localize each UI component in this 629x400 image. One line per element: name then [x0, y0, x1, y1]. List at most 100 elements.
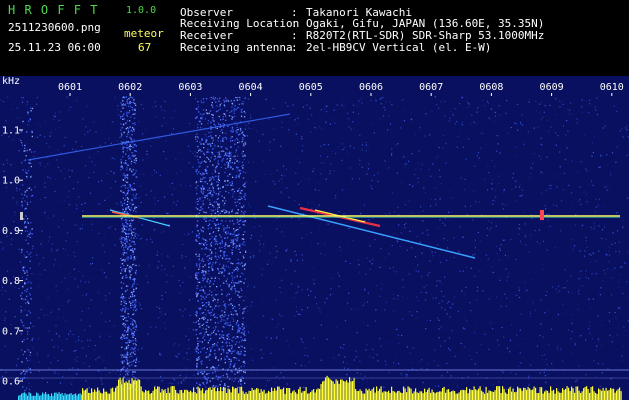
noise-dot — [454, 355, 456, 357]
noise-dot — [406, 249, 408, 251]
interference-band-dot — [227, 175, 229, 177]
interference-band-dot — [123, 246, 125, 249]
interference-band-dot — [225, 244, 227, 246]
noise-dot — [346, 373, 348, 376]
interference-band-dot — [207, 119, 210, 122]
noise-dot — [259, 225, 261, 227]
noise-dot — [57, 166, 59, 168]
noise-dot — [3, 170, 5, 172]
noise-dot — [233, 232, 235, 234]
noise-dot — [439, 198, 441, 200]
interference-band-dot — [121, 346, 123, 348]
interference-band-dot — [212, 137, 214, 139]
interference-band-dot — [229, 155, 231, 157]
interference-band-dot — [230, 281, 233, 284]
interference-band-dot — [198, 318, 201, 320]
noise-dot — [338, 211, 340, 213]
noise-dot — [82, 223, 84, 226]
noise-dot — [417, 264, 419, 266]
noise-dot — [429, 260, 431, 262]
level-bar — [313, 389, 315, 400]
noise-dot — [597, 363, 599, 365]
interference-band-dot — [210, 190, 213, 192]
noise-dot — [438, 146, 440, 149]
level-bar — [221, 391, 223, 400]
noise-dot — [414, 173, 416, 176]
interference-band-dot — [221, 129, 223, 131]
interference-band-dot — [240, 111, 243, 113]
noise-dot — [496, 253, 498, 255]
interference-band-dot — [31, 107, 34, 110]
noise-dot — [618, 274, 621, 276]
interference-band-dot — [129, 149, 131, 151]
noise-dot — [217, 194, 219, 197]
interference-band-dot — [201, 312, 203, 314]
noise-dot — [146, 150, 148, 152]
interference-band-dot — [133, 281, 136, 283]
interference-band-dot — [239, 245, 241, 247]
interference-band-dot — [241, 325, 243, 328]
level-bar — [392, 390, 394, 400]
noise-dot — [172, 378, 175, 380]
noise-dot — [363, 204, 365, 206]
interference-band-dot — [24, 144, 26, 147]
interference-band-dot — [135, 145, 137, 147]
interference-band-dot — [134, 172, 136, 174]
noise-dot — [547, 219, 549, 221]
noise-dot — [262, 315, 264, 317]
noise-dot — [185, 373, 188, 376]
level-bar-left — [27, 395, 29, 400]
level-bar — [400, 392, 402, 400]
level-bar — [208, 387, 210, 400]
noise-dot — [548, 130, 550, 132]
noise-dot — [238, 195, 240, 197]
interference-band-dot — [134, 299, 137, 301]
noise-dot — [75, 341, 77, 343]
noise-dot — [326, 156, 328, 158]
interference-band-dot — [238, 220, 240, 222]
noise-dot — [540, 299, 542, 301]
interference-band-dot — [244, 362, 246, 364]
level-bar-left — [37, 393, 39, 400]
interference-band-dot — [130, 187, 132, 190]
level-bar — [499, 386, 501, 400]
noise-dot — [344, 356, 346, 358]
noise-dot — [567, 291, 570, 293]
interference-band-dot — [210, 194, 212, 196]
interference-band-dot — [30, 189, 33, 191]
interference-band-dot — [237, 221, 239, 223]
level-bar — [448, 389, 450, 400]
noise-dot — [249, 256, 251, 258]
noise-dot — [397, 334, 399, 336]
interference-band-dot — [131, 106, 133, 109]
noise-dot — [373, 174, 375, 176]
interference-band-dot — [231, 136, 233, 138]
noise-dot — [34, 151, 36, 153]
interference-band-dot — [212, 97, 214, 100]
interference-band-dot — [127, 352, 129, 354]
noise-dot — [312, 268, 314, 270]
interference-band-dot — [130, 255, 132, 257]
level-bar-left — [22, 392, 24, 400]
level-bar — [599, 389, 601, 400]
level-bar — [458, 392, 460, 400]
noise-dot — [564, 269, 566, 271]
interference-band-dot — [227, 184, 229, 186]
interference-band-dot — [201, 138, 203, 140]
noise-dot — [131, 226, 133, 228]
noise-dot — [245, 172, 247, 174]
noise-dot — [460, 177, 462, 179]
noise-dot — [78, 196, 80, 198]
noise-dot — [75, 349, 77, 352]
noise-dot — [506, 297, 508, 299]
interference-band-dot — [129, 144, 132, 146]
noise-dot — [617, 307, 620, 309]
interference-band-dot — [122, 103, 125, 105]
interference-band-dot — [128, 233, 130, 235]
noise-dot — [505, 388, 507, 390]
freq-tick-label: 0.8 — [2, 276, 20, 287]
noise-dot — [73, 251, 75, 254]
noise-dot — [517, 344, 519, 346]
noise-dot — [69, 382, 71, 384]
noise-dot — [214, 334, 217, 336]
